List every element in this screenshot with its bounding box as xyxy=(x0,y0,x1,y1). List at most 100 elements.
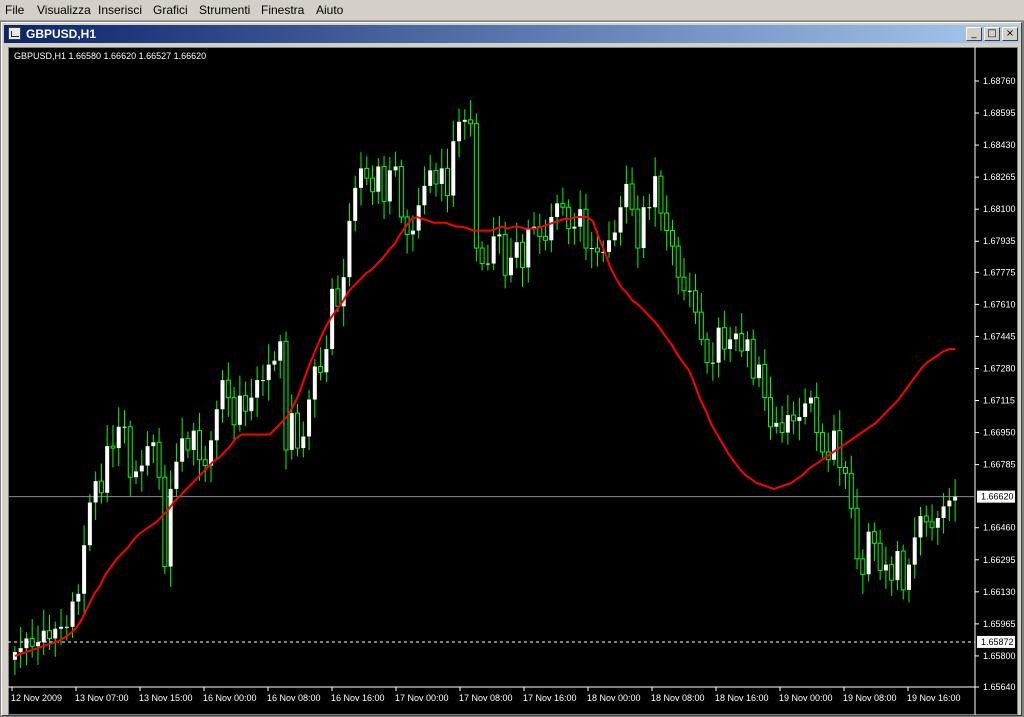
moving-average-line xyxy=(14,215,956,657)
y-tick-label: 1.65640 xyxy=(983,682,1016,692)
candle xyxy=(272,351,277,372)
candle xyxy=(116,407,121,467)
candle xyxy=(185,431,191,459)
candle xyxy=(428,154,433,194)
menu-finestra[interactable]: Finestra xyxy=(261,3,304,17)
candle xyxy=(733,326,738,352)
x-tick-label: 18 Nov 08:00 xyxy=(651,693,705,703)
candle xyxy=(301,421,306,458)
y-tick-label: 1.66785 xyxy=(983,460,1016,470)
candle xyxy=(295,403,301,457)
candle xyxy=(433,162,439,197)
candle xyxy=(900,544,906,600)
minimize-button[interactable]: _ xyxy=(966,27,982,41)
candle xyxy=(151,434,156,464)
candle xyxy=(364,156,370,186)
candle xyxy=(537,213,543,254)
candle xyxy=(497,216,502,254)
close-button[interactable]: × xyxy=(1002,27,1018,41)
x-tick-label: 12 Nov 2009 xyxy=(11,693,62,703)
candle xyxy=(762,349,768,411)
candle xyxy=(381,155,387,219)
candle-layer xyxy=(12,100,958,675)
candle xyxy=(87,493,92,552)
candle xyxy=(105,425,110,503)
y-tick-label: 1.68430 xyxy=(983,140,1016,150)
candle xyxy=(134,460,139,485)
candle xyxy=(491,217,496,271)
candle xyxy=(410,215,415,252)
candle xyxy=(681,257,687,301)
candle xyxy=(704,332,710,374)
x-tick-label: 19 Nov 00:00 xyxy=(779,693,833,703)
candle xyxy=(312,359,317,418)
x-tick-label: 18 Nov 00:00 xyxy=(587,693,641,703)
candle xyxy=(53,621,58,657)
candle xyxy=(451,120,456,207)
candle xyxy=(947,488,952,522)
price-chart[interactable]: GBPUSD,H1 1.66580 1.66620 1.66527 1.6662… xyxy=(8,47,1018,715)
candle xyxy=(624,165,629,224)
maximize-button[interactable]: □ xyxy=(984,27,1000,41)
y-tick-label: 1.65800 xyxy=(983,651,1016,661)
y-tick-label: 1.65965 xyxy=(983,619,1016,629)
candle xyxy=(687,272,692,308)
candle xyxy=(607,221,612,259)
y-tick-label: 1.68760 xyxy=(983,76,1016,86)
candle xyxy=(653,157,658,227)
candle xyxy=(162,464,168,574)
candle xyxy=(110,425,116,468)
candle xyxy=(935,511,940,545)
candle xyxy=(93,471,98,521)
menu-strumenti[interactable]: Strumenti xyxy=(199,3,250,17)
candle xyxy=(358,152,363,206)
candle xyxy=(249,378,254,421)
menu-inserisci[interactable]: Inserisci xyxy=(98,3,142,17)
candle xyxy=(145,431,150,476)
menu-grafici[interactable]: Grafici xyxy=(153,3,188,17)
candle xyxy=(629,167,635,217)
candle xyxy=(756,356,761,388)
candle xyxy=(82,525,87,613)
candle xyxy=(739,313,745,358)
candle xyxy=(641,196,646,259)
x-tick-label: 18 Nov 16:00 xyxy=(715,693,769,703)
chart-header-text: GBPUSD,H1 1.66580 1.66620 1.66527 1.6662… xyxy=(14,51,206,61)
candle xyxy=(555,194,560,231)
y-tick-label: 1.68265 xyxy=(983,172,1016,182)
menu-visualizza[interactable]: Visualizza xyxy=(37,3,91,17)
y-tick-label: 1.67280 xyxy=(983,363,1016,373)
candle xyxy=(324,335,329,383)
candle xyxy=(479,241,485,271)
candle xyxy=(462,109,467,140)
candle xyxy=(808,390,813,413)
candle xyxy=(231,386,237,440)
candle xyxy=(721,310,727,361)
candle xyxy=(589,232,594,269)
candle xyxy=(180,417,185,472)
window-titlebar[interactable]: GBPUSD,H1 _ □ × xyxy=(4,25,1019,43)
candle xyxy=(866,523,871,582)
candle xyxy=(532,212,537,235)
candle xyxy=(255,366,260,418)
candle xyxy=(445,148,451,213)
menu-file[interactable]: File xyxy=(5,3,24,17)
candle xyxy=(318,347,324,381)
candle xyxy=(260,364,265,397)
x-tick-label: 16 Nov 16:00 xyxy=(331,693,385,703)
candle xyxy=(243,381,249,427)
candle xyxy=(635,195,641,268)
candle xyxy=(122,410,127,444)
candle xyxy=(283,331,289,470)
candle xyxy=(693,273,699,324)
y-tick-label: 1.66950 xyxy=(983,428,1016,438)
menu-aiuto[interactable]: Aiuto xyxy=(316,3,343,17)
candle xyxy=(612,219,617,247)
candle xyxy=(473,113,479,262)
candle xyxy=(341,258,346,327)
candle xyxy=(819,423,825,458)
chart-window-icon[interactable] xyxy=(8,27,21,40)
candle xyxy=(941,493,946,534)
candle xyxy=(220,370,225,423)
candle xyxy=(843,460,849,489)
